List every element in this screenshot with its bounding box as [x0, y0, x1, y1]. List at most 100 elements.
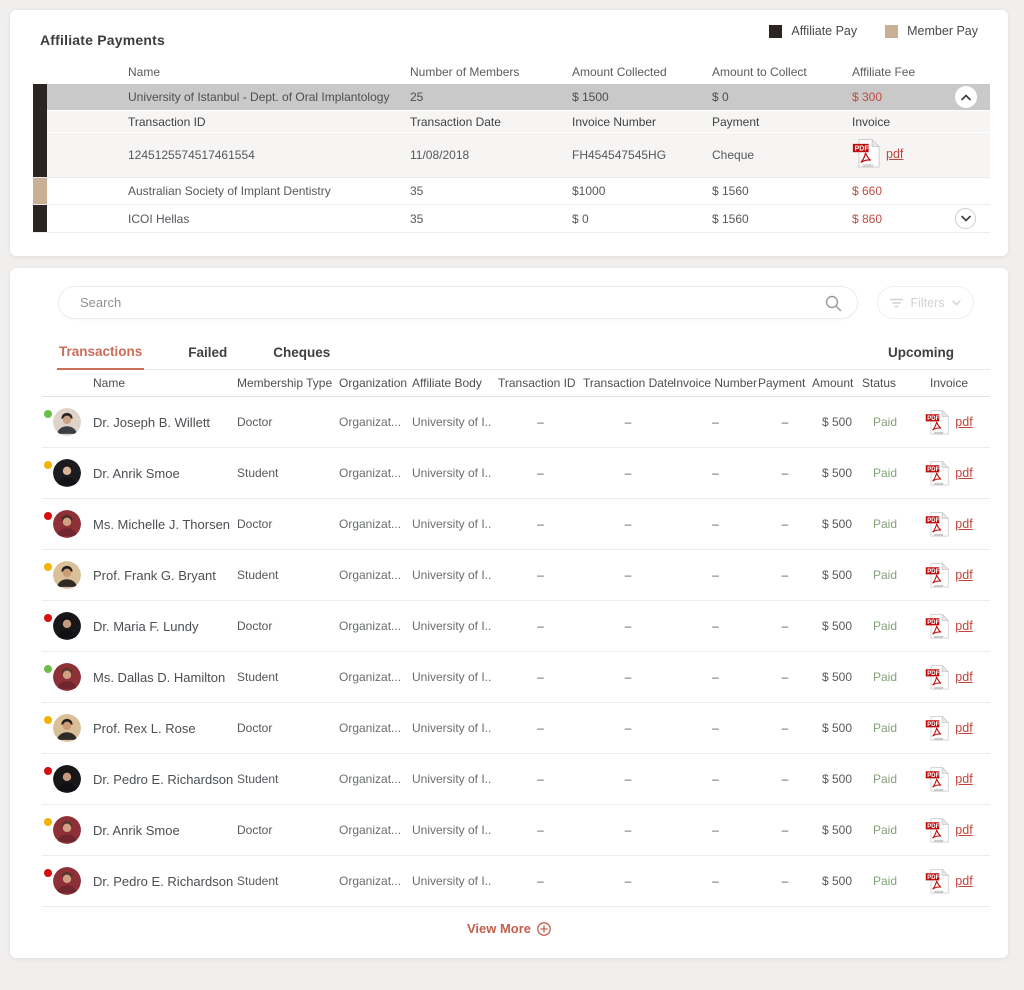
- transaction-date: –: [624, 415, 632, 429]
- affiliate-body: University of I..: [412, 721, 492, 735]
- table-header-row: Name Membership Type Organization Affili…: [42, 370, 990, 397]
- column-header: Organization: [339, 376, 408, 390]
- amount-to-collect: $ 1560: [712, 184, 749, 198]
- column-header: Number of Members: [410, 65, 520, 79]
- amount-collected: $ 1500: [572, 90, 609, 104]
- table-row: Dr. Joseph B. Willett Doctor Organizat..…: [42, 397, 990, 448]
- invoice-pdf-link[interactable]: PDF adobe pdf: [925, 460, 973, 487]
- table-row: Ms. Dallas D. Hamilton Student Organizat…: [42, 652, 990, 703]
- status-badge: Paid: [872, 568, 898, 582]
- svg-text:adobe: adobe: [934, 685, 943, 689]
- expand-row-button[interactable]: [955, 208, 976, 229]
- affiliate-body: University of I..: [412, 568, 492, 582]
- amount: $ 500: [821, 721, 853, 735]
- svg-text:PDF: PDF: [928, 466, 940, 472]
- organization: Organizat...: [339, 823, 402, 837]
- invoice-number: –: [712, 619, 719, 633]
- transaction-date: –: [624, 670, 632, 684]
- amount-to-collect: $ 1560: [712, 211, 749, 226]
- membership-type: Student: [237, 670, 279, 684]
- pdf-link-label: pdf: [955, 874, 973, 888]
- organization: Organizat...: [339, 874, 402, 888]
- view-more-label: View More: [466, 921, 532, 936]
- tab-transactions[interactable]: Transactions: [57, 344, 145, 370]
- invoice-pdf-link[interactable]: PDF adobe pdf: [925, 562, 973, 589]
- invoice-number: –: [712, 466, 719, 480]
- view-more-button[interactable]: View More: [467, 921, 551, 936]
- status-dot: [44, 410, 52, 418]
- transactions-panel: Filters Transactions Failed Cheques Upco…: [10, 268, 1008, 958]
- affiliate-row-expanded[interactable]: University of Istanbul - Dept. of Oral I…: [33, 84, 990, 178]
- svg-text:PDF: PDF: [928, 721, 940, 727]
- tab-failed[interactable]: Failed: [186, 345, 229, 369]
- column-header: Payment: [758, 376, 806, 390]
- column-header: Name: [93, 376, 126, 390]
- pdf-link-label: pdf: [955, 415, 973, 429]
- search-bar[interactable]: [58, 286, 858, 319]
- members-count: 35: [410, 184, 424, 198]
- transaction-date: –: [624, 874, 632, 888]
- invoice-pdf-link[interactable]: PDF adobe pdf: [925, 613, 973, 640]
- status-badge: Paid: [872, 619, 898, 633]
- search-icon[interactable]: [825, 295, 842, 312]
- chevron-up-icon: [961, 94, 971, 100]
- member-name: Dr. Maria F. Lundy: [93, 618, 199, 634]
- affiliate-body: University of I..: [412, 619, 492, 633]
- transactions-table: Name Membership Type Organization Affili…: [42, 370, 990, 907]
- membership-type: Student: [237, 568, 279, 582]
- table-row: Dr. Pedro E. Richardson Student Organiza…: [42, 754, 990, 805]
- affiliate-row[interactable]: Australian Society of Implant Dentistry …: [33, 178, 990, 205]
- invoice-pdf-link[interactable]: PDF adobe pdf: [925, 817, 973, 844]
- filters-button[interactable]: Filters: [877, 286, 974, 319]
- avatar: [53, 663, 81, 691]
- table-header-row: Name Number of Members Amount Collected …: [33, 60, 990, 84]
- invoice-pdf-link[interactable]: PDF adobe pdf: [925, 409, 973, 436]
- invoice-number: –: [712, 415, 719, 429]
- member-name: Dr. Anrik Smoe: [93, 465, 180, 481]
- transaction-id: –: [537, 415, 544, 429]
- tab-upcoming[interactable]: Upcoming: [888, 345, 954, 369]
- invoice-pdf-link[interactable]: PDF adobe pdf: [925, 766, 973, 793]
- affiliate-body: University of I..: [412, 517, 492, 531]
- avatar: [53, 408, 81, 436]
- invoice-pdf-link[interactable]: PDF adobe pdf: [925, 511, 973, 538]
- svg-text:PDF: PDF: [928, 568, 940, 574]
- table-body: Dr. Joseph B. Willett Doctor Organizat..…: [42, 397, 990, 907]
- svg-text:PDF: PDF: [928, 772, 940, 778]
- invoice-pdf-link[interactable]: PDF adobe pdf: [925, 664, 973, 691]
- tab-cheques[interactable]: Cheques: [271, 345, 332, 369]
- invoice-pdf-link[interactable]: PDF adobe pdf: [925, 715, 973, 742]
- transaction-date: –: [624, 466, 632, 480]
- invoice-pdf-link[interactable]: PDF adobe pdf: [852, 138, 903, 169]
- affiliate-body: University of I..: [412, 415, 492, 429]
- table-row: Prof. Frank G. Bryant Student Organizat.…: [42, 550, 990, 601]
- search-input[interactable]: [59, 287, 857, 318]
- column-header: Amount to Collect: [712, 65, 807, 79]
- members-count: 35: [410, 211, 424, 226]
- organization: Organizat...: [339, 619, 402, 633]
- affiliate-body: University of I..: [412, 823, 492, 837]
- amount-collected: $1000: [572, 184, 606, 198]
- members-count: 25: [410, 90, 424, 104]
- collapse-row-button[interactable]: [955, 86, 977, 108]
- column-header: Affiliate Fee: [852, 65, 916, 79]
- payment-method: –: [781, 721, 789, 735]
- transaction-id: –: [537, 619, 544, 633]
- pdf-file-icon: PDF adobe: [926, 817, 950, 842]
- payment-method: –: [781, 466, 789, 480]
- svg-text:PDF: PDF: [928, 415, 940, 421]
- invoice-pdf-link[interactable]: PDF adobe pdf: [925, 868, 973, 895]
- transaction-id: –: [537, 670, 544, 684]
- panel-title: Affiliate Payments: [40, 32, 165, 48]
- transaction-id: –: [537, 517, 544, 531]
- status-dot: [44, 461, 52, 469]
- svg-text:PDF: PDF: [928, 874, 940, 880]
- membership-type: Student: [237, 466, 279, 480]
- transaction-id: –: [537, 823, 544, 837]
- affiliate-row[interactable]: ICOI Hellas 35 $ 0 $ 1560 $ 860: [33, 205, 990, 233]
- transaction-id: –: [537, 772, 544, 786]
- pdf-file-icon: PDF adobe: [926, 409, 950, 434]
- pdf-file-icon: PDF adobe: [926, 562, 950, 587]
- avatar: [53, 714, 81, 742]
- avatar: [53, 561, 81, 589]
